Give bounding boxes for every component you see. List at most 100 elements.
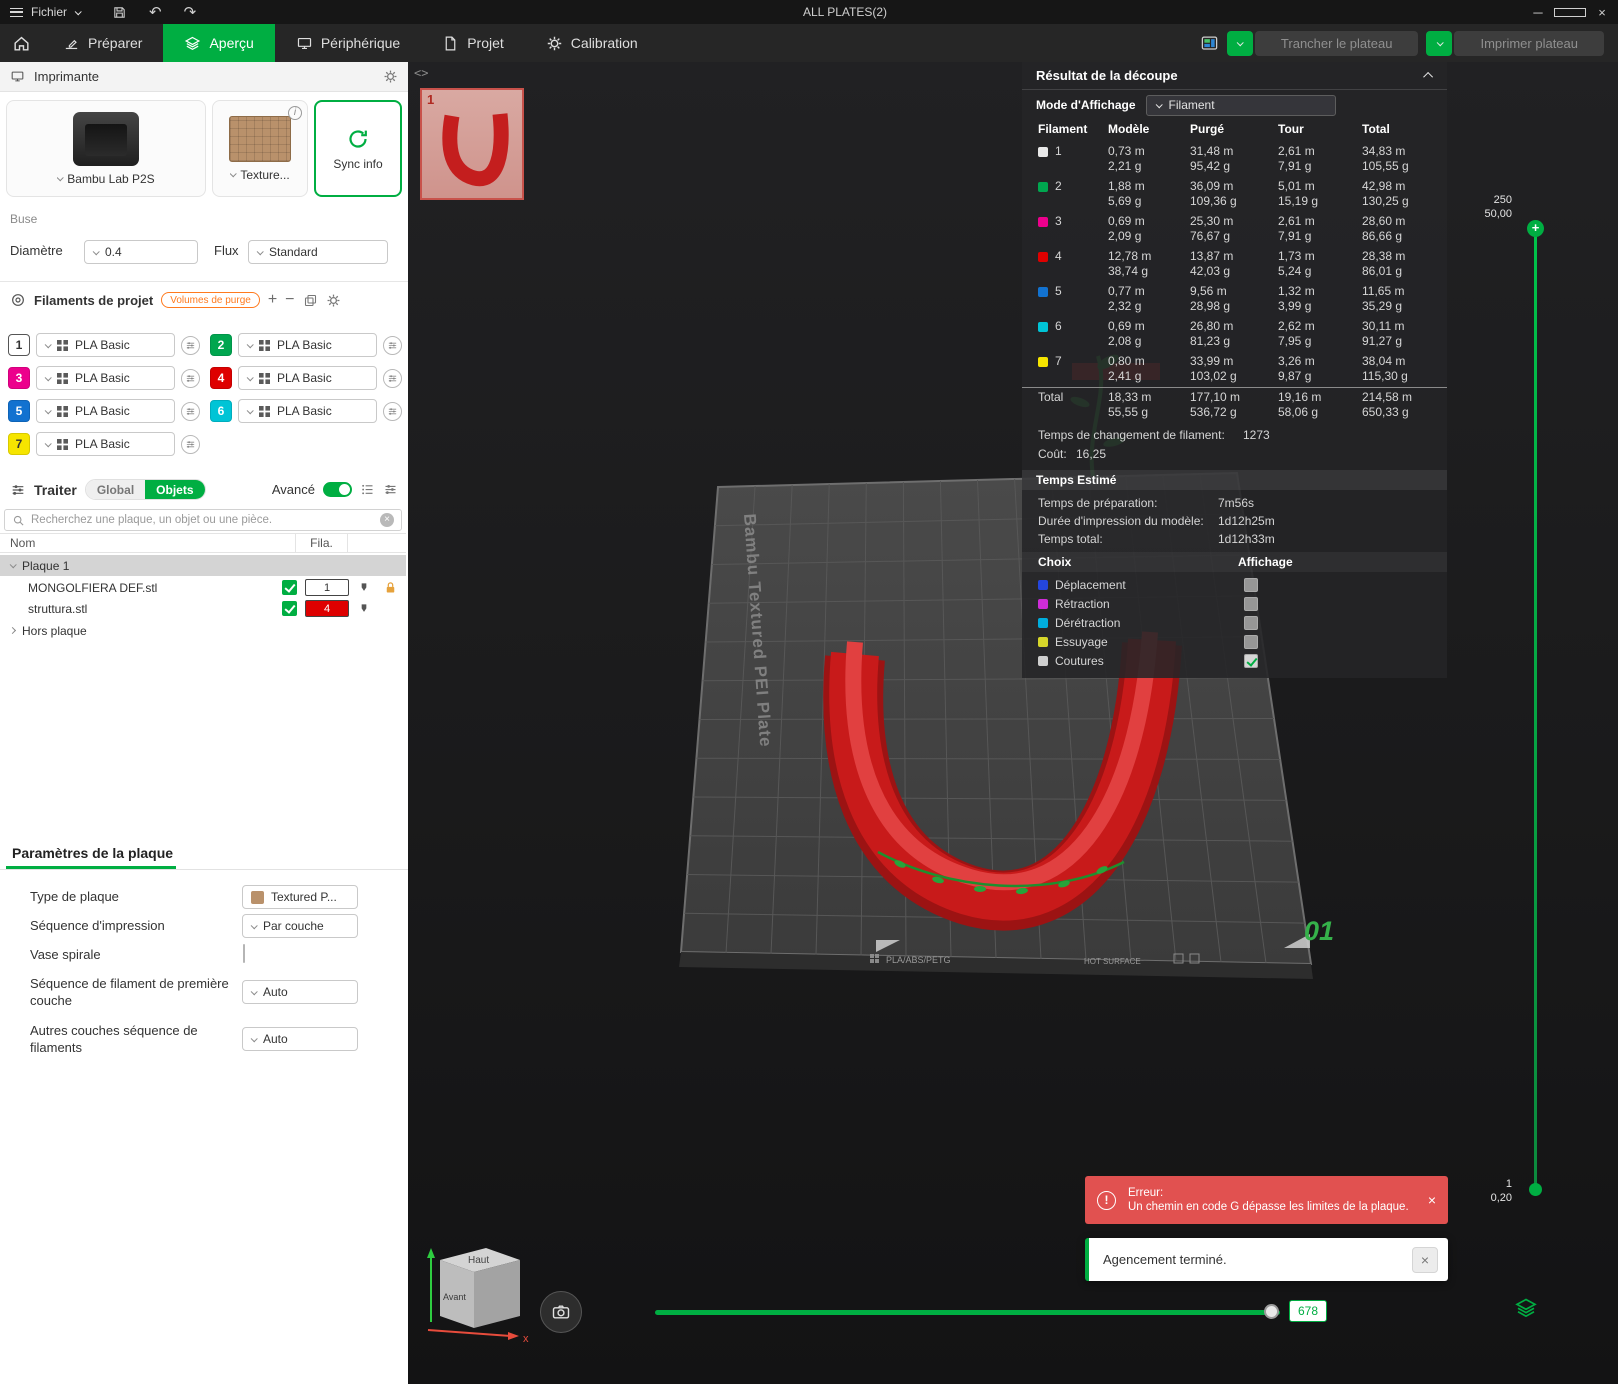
option-checkbox[interactable] bbox=[1244, 577, 1258, 592]
print-plate-button[interactable]: Imprimer plateau bbox=[1454, 30, 1604, 56]
lock-icon[interactable] bbox=[383, 580, 398, 595]
filament-type-dropdown[interactable]: PLA Basic bbox=[238, 366, 377, 390]
filament-edit-button[interactable] bbox=[383, 335, 402, 355]
tab-device[interactable]: Périphérique bbox=[275, 24, 421, 62]
filament-color-chip[interactable]: 6 bbox=[210, 400, 232, 422]
other-layers-sequence-dropdown[interactable]: Auto bbox=[242, 1027, 358, 1051]
plate-type-dropdown[interactable]: Textured P... bbox=[242, 885, 358, 909]
slice-options-button[interactable] bbox=[1226, 30, 1253, 56]
filament-type-dropdown[interactable]: PLA Basic bbox=[36, 366, 175, 390]
filament-color-chip[interactable]: 4 bbox=[210, 367, 232, 389]
tab-preview[interactable]: Aperçu bbox=[163, 24, 275, 62]
filament-swatch bbox=[1038, 181, 1048, 192]
layer-slider-bottom-handle[interactable] bbox=[1529, 1183, 1542, 1196]
object-filament-box[interactable]: 1 bbox=[305, 579, 349, 596]
object-row[interactable]: MONGOLFIERA DEF.stl 1 bbox=[0, 577, 406, 598]
spiral-vase-checkbox[interactable] bbox=[243, 944, 245, 963]
maximize-button[interactable] bbox=[1554, 5, 1586, 20]
filament-settings-gear-icon[interactable] bbox=[326, 293, 341, 308]
info-icon[interactable]: i bbox=[288, 106, 302, 120]
collapse-panel-icon[interactable] bbox=[1423, 71, 1434, 82]
filament-type-dropdown[interactable]: PLA Basic bbox=[238, 333, 377, 357]
extruder-icon[interactable] bbox=[357, 581, 371, 595]
layer-slider-top-handle[interactable]: + bbox=[1527, 220, 1544, 237]
home-button[interactable] bbox=[0, 24, 42, 62]
layer-progress-slider[interactable] bbox=[655, 1310, 1280, 1315]
parameter-list-icon[interactable] bbox=[360, 482, 375, 497]
filament-edit-button[interactable] bbox=[181, 368, 200, 388]
filament-edit-button[interactable] bbox=[181, 335, 200, 355]
slice-plate-button[interactable]: Trancher le plateau bbox=[1254, 30, 1419, 56]
print-options-button[interactable] bbox=[1426, 30, 1453, 56]
filament-type-dropdown[interactable]: PLA Basic bbox=[36, 333, 175, 357]
snapshot-button[interactable] bbox=[540, 1291, 582, 1333]
printer-card[interactable]: Bambu Lab P2S bbox=[6, 100, 206, 197]
tab-calibration[interactable]: Calibration bbox=[525, 24, 659, 62]
redo-button[interactable]: ↷ bbox=[184, 5, 197, 20]
option-checkbox[interactable] bbox=[1244, 615, 1258, 630]
filament-edit-button[interactable] bbox=[383, 368, 402, 388]
option-checkbox[interactable] bbox=[1244, 596, 1258, 611]
tab-prepare[interactable]: Préparer bbox=[42, 24, 163, 62]
search-input[interactable] bbox=[31, 514, 374, 526]
object-visible-checkbox[interactable] bbox=[282, 601, 297, 616]
layer-slider-track[interactable] bbox=[1534, 234, 1537, 1186]
plate-type-card[interactable]: i Texture... bbox=[212, 100, 308, 197]
plates-overview-icon[interactable] bbox=[1200, 34, 1219, 53]
filament-color-chip[interactable]: 1 bbox=[8, 334, 30, 356]
object-filament-box[interactable]: 4 bbox=[305, 600, 349, 617]
advanced-toggle[interactable] bbox=[323, 482, 352, 497]
option-checkbox[interactable] bbox=[1244, 653, 1258, 668]
panel-collapse-icon[interactable]: <> bbox=[414, 66, 428, 80]
sync-info-button[interactable]: Sync info bbox=[314, 100, 402, 197]
close-button[interactable]: × bbox=[1586, 5, 1618, 20]
filament-type-dropdown[interactable]: PLA Basic bbox=[36, 432, 175, 456]
layers-view-button[interactable] bbox=[1514, 1296, 1538, 1320]
filament-type-dropdown[interactable]: PLA Basic bbox=[238, 399, 377, 423]
success-close-icon[interactable]: × bbox=[1412, 1246, 1438, 1273]
cost-line: Coût: 16,25 bbox=[1038, 447, 1107, 461]
filament-color-chip[interactable]: 7 bbox=[8, 433, 30, 455]
plate-row[interactable]: Plaque 1 bbox=[0, 555, 406, 576]
scope-global[interactable]: Global bbox=[85, 480, 146, 499]
display-mode-dropdown[interactable]: Filament bbox=[1145, 94, 1336, 116]
diameter-dropdown[interactable]: 0.4 bbox=[84, 240, 198, 264]
orientation-gizmo[interactable]: Haut Avant x bbox=[422, 1226, 542, 1348]
file-menu[interactable]: Fichier bbox=[0, 0, 90, 24]
scope-objects[interactable]: Objets bbox=[145, 480, 205, 499]
filament-color-chip[interactable]: 5 bbox=[8, 400, 30, 422]
tab-project[interactable]: Projet bbox=[421, 24, 525, 62]
undo-button[interactable]: ↶ bbox=[149, 5, 162, 20]
viewport-3d[interactable]: PLA/ABS/PETG HOT SURFACE Bambu Textured … bbox=[408, 62, 1618, 1384]
flow-dropdown[interactable]: Standard bbox=[248, 240, 388, 264]
filament-color-chip[interactable]: 2 bbox=[210, 334, 232, 356]
off-plate-row[interactable]: Hors plaque bbox=[0, 620, 406, 641]
filament-sync-icon[interactable] bbox=[303, 293, 318, 308]
scope-toggle[interactable]: Global Objets bbox=[84, 479, 206, 500]
purge-volumes-badge[interactable]: Volumes de purge bbox=[161, 292, 260, 308]
layer-value-box[interactable]: 678 bbox=[1289, 1300, 1327, 1322]
first-layer-sequence-dropdown[interactable]: Auto bbox=[242, 980, 358, 1004]
filament-edit-button[interactable] bbox=[181, 434, 200, 454]
layer-progress-handle[interactable] bbox=[1264, 1304, 1279, 1319]
option-checkbox[interactable] bbox=[1244, 634, 1258, 649]
tune-icon[interactable] bbox=[383, 482, 398, 497]
filament-color-chip[interactable]: 3 bbox=[8, 367, 30, 389]
object-visible-checkbox[interactable] bbox=[282, 580, 297, 595]
clear-search-icon[interactable]: × bbox=[380, 513, 394, 527]
remove-filament-button[interactable]: − bbox=[285, 292, 294, 308]
plate-settings-title[interactable]: Paramètres de la plaque bbox=[12, 845, 173, 861]
option-color-swatch bbox=[1038, 598, 1048, 609]
object-row[interactable]: struttura.stl 4 bbox=[0, 598, 406, 619]
filament-edit-button[interactable] bbox=[383, 401, 402, 421]
filament-edit-button[interactable] bbox=[181, 401, 200, 421]
print-sequence-dropdown[interactable]: Par couche bbox=[242, 914, 358, 938]
printer-settings-gear-icon[interactable] bbox=[383, 69, 398, 84]
minimize-button[interactable]: ─ bbox=[1522, 5, 1554, 20]
extruder-icon[interactable] bbox=[357, 602, 371, 616]
error-close-icon[interactable]: × bbox=[1428, 1192, 1436, 1208]
save-button[interactable] bbox=[112, 5, 127, 20]
add-filament-button[interactable]: + bbox=[268, 292, 277, 308]
plate-thumbnail[interactable]: 1 bbox=[420, 88, 524, 200]
filament-type-dropdown[interactable]: PLA Basic bbox=[36, 399, 175, 423]
